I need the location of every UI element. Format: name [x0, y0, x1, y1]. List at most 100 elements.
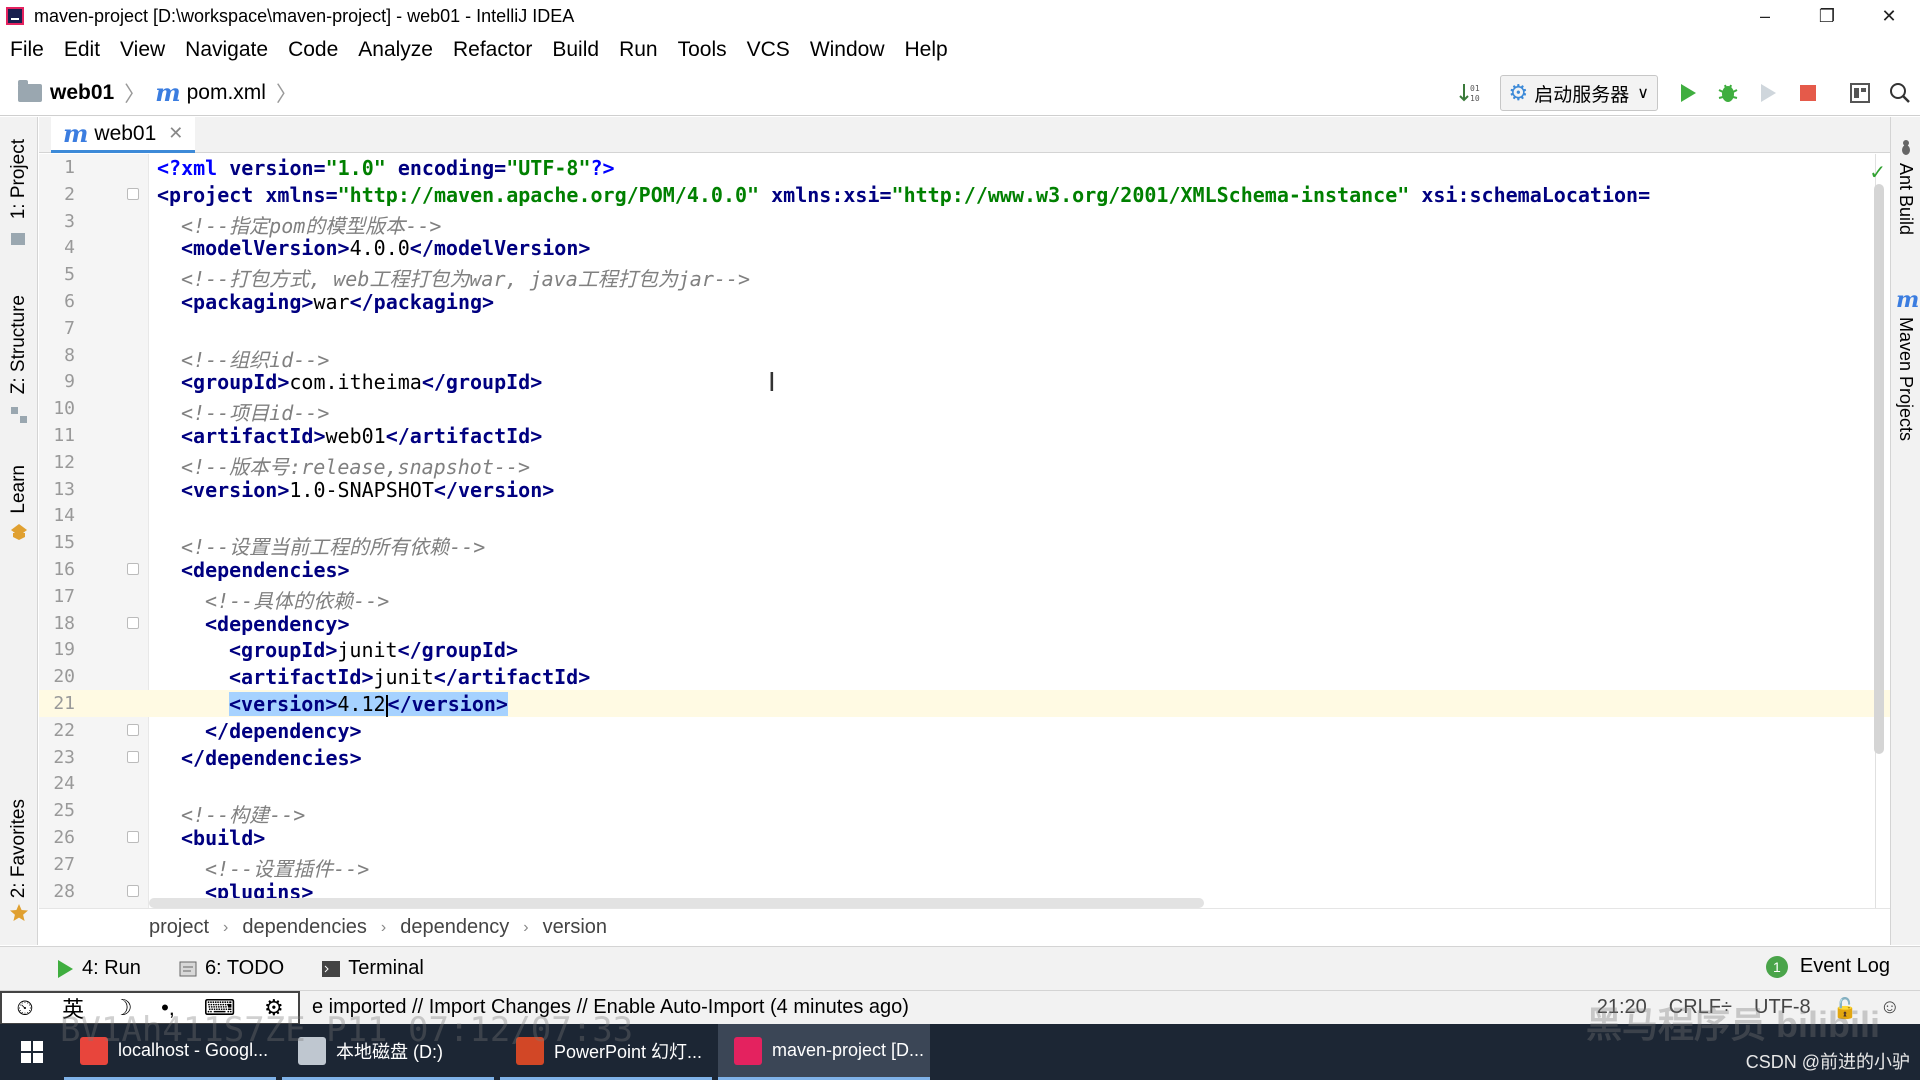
line-number: 21 — [53, 693, 75, 714]
fold-marker-icon[interactable] — [127, 750, 139, 763]
menu-window[interactable]: Window — [800, 38, 895, 62]
code-editor[interactable]: 1 <?xml version="1.0" encoding="UTF-8"?> 2… — [39, 154, 1890, 908]
code-token: war — [313, 290, 350, 314]
tool-tab-learn[interactable]: Learn — [8, 465, 30, 514]
menu-code[interactable]: Code — [278, 38, 348, 62]
window-controls: – ❐ ✕ — [1734, 0, 1920, 32]
tool-tab-terminal[interactable]: Terminal — [320, 957, 424, 980]
start-button[interactable] — [0, 1024, 64, 1080]
line-number: 3 — [64, 210, 75, 232]
code-line[interactable]: 2 <project xmlns="http://maven.apache.org… — [39, 181, 1890, 208]
code-line[interactable]: 15 <!--设置当前工程的所有依赖--> — [39, 529, 1890, 559]
menu-help[interactable]: Help — [895, 38, 958, 62]
code-line[interactable]: 18 <dependency> — [39, 610, 1890, 637]
code-line[interactable]: 21 <version>4.12 </version> — [39, 690, 1890, 717]
fold-marker-icon[interactable] — [127, 831, 139, 843]
code-line[interactable]: 16 <dependencies> — [39, 556, 1890, 583]
code-line[interactable]: 27 <!--设置插件--> — [39, 851, 1890, 881]
line-number: 6 — [64, 291, 75, 312]
debug-icon[interactable] — [1708, 73, 1748, 113]
fold-marker-icon[interactable] — [127, 187, 139, 200]
menu-file[interactable]: File — [0, 38, 54, 62]
code-line[interactable]: 5 <!--打包方式, web工程打包为war, java工程打包为jar--> — [39, 261, 1890, 291]
line-number: 25 — [53, 800, 75, 822]
tool-tab-todo[interactable]: 6: TODO — [177, 957, 284, 980]
inspector-icon[interactable]: ☺ — [1880, 996, 1900, 1021]
event-log-button[interactable]: 1 Event Log — [1765, 955, 1890, 978]
search-icon[interactable] — [1880, 73, 1920, 113]
tool-tab-favorites[interactable]: 2: Favorites — [8, 799, 30, 898]
tool-tab-project[interactable]: 1: Project — [8, 139, 30, 219]
menu-run[interactable]: Run — [609, 38, 668, 62]
window-title: maven-project [D:\workspace\maven-projec… — [34, 5, 575, 26]
code-line[interactable]: 19 <groupId>junit</groupId> — [39, 636, 1890, 663]
code-token: </packaging> — [349, 290, 495, 314]
ime-clock-icon[interactable]: ⏲ — [16, 995, 33, 1021]
menu-refactor[interactable]: Refactor — [443, 38, 542, 62]
breadcrumb-dependencies[interactable]: dependencies — [242, 916, 367, 939]
code-line[interactable]: 11 <artifactId>web01</artifactId> — [39, 422, 1890, 449]
tool-tab-maven-projects[interactable]: Maven Projects — [1895, 317, 1916, 441]
code-line[interactable]: 25 <!--构建--> — [39, 797, 1890, 827]
code-line[interactable]: 22 </dependency> — [39, 717, 1890, 744]
run-icon[interactable] — [1668, 73, 1708, 113]
close-button[interactable]: ✕ — [1858, 0, 1920, 32]
breadcrumb-project[interactable]: project — [149, 916, 209, 939]
taskbar-app[interactable]: maven-project [D... — [718, 1024, 930, 1080]
code-line[interactable]: 17 <!--具体的依赖--> — [39, 583, 1890, 613]
fold-marker-icon[interactable] — [127, 616, 139, 629]
code-text: <artifactId>web01</artifactId> — [181, 424, 542, 448]
menu-build[interactable]: Build — [542, 38, 609, 62]
breadcrumb-version[interactable]: version — [543, 916, 607, 939]
breadcrumb-dependency[interactable]: dependency — [400, 916, 509, 939]
project-structure-icon[interactable] — [1840, 73, 1880, 113]
menu-vcs[interactable]: VCS — [737, 38, 800, 62]
code-line[interactable]: 7 — [39, 315, 1890, 342]
menu-edit[interactable]: Edit — [54, 38, 110, 62]
code-token: </groupId> — [421, 370, 543, 395]
tool-tab-run[interactable]: 4: Run — [54, 957, 141, 980]
code-line[interactable]: 26 <build> — [39, 824, 1890, 851]
code-line[interactable]: 10 <!--项目id--> — [39, 395, 1890, 425]
tool-tab-structure[interactable]: Z: Structure — [8, 295, 30, 394]
tool-tab-ant-build[interactable]: Ant Build — [1895, 163, 1916, 235]
run-config-label: 启动服务器 — [1534, 84, 1630, 106]
code-line[interactable]: 13 <version>1.0-SNAPSHOT</version> — [39, 476, 1890, 503]
close-tab-icon[interactable]: ✕ — [168, 123, 183, 144]
minimize-button[interactable]: – — [1734, 0, 1796, 32]
code-line[interactable]: 14 — [39, 502, 1890, 529]
menu-analyze[interactable]: Analyze — [348, 38, 443, 62]
restore-button[interactable]: ❐ — [1796, 0, 1858, 32]
code-line[interactable]: 1 <?xml version="1.0" encoding="UTF-8"?> — [39, 154, 1890, 181]
nav-project[interactable]: web01 — [18, 79, 114, 105]
chevron-down-icon: ∨ — [1637, 85, 1649, 102]
nav-file[interactable]: m pom.xml — [155, 78, 266, 107]
vertical-scrollbar[interactable] — [1874, 184, 1884, 754]
code-line[interactable]: 6 <packaging>war</packaging> — [39, 288, 1890, 315]
fold-marker-icon[interactable] — [127, 723, 139, 736]
menu-tools[interactable]: Tools — [668, 38, 737, 62]
code-line[interactable]: 20 <artifactId>junit</artifactId> — [39, 663, 1890, 690]
line-number: 18 — [53, 612, 75, 634]
horizontal-scrollbar[interactable] — [149, 898, 1204, 908]
code-line[interactable]: 3 <!--指定pom的模型版本--> — [39, 208, 1890, 238]
sort-icon[interactable]: 01 10 — [1450, 73, 1490, 113]
code-token: com.itheima — [289, 370, 422, 395]
code-line[interactable]: 23 </dependencies> — [39, 744, 1890, 771]
line-number: 1 — [64, 157, 75, 178]
folder-icon — [18, 79, 42, 102]
code-token: xmlns:xsi= — [771, 182, 892, 207]
code-line[interactable]: 4 <modelVersion>4.0.0</modelVersion> — [39, 234, 1890, 261]
menu-navigate[interactable]: Navigate — [175, 38, 278, 62]
run-configuration-select[interactable]: ⚙ 启动服务器 ∨ — [1499, 75, 1658, 111]
coverage-icon[interactable] — [1748, 73, 1788, 113]
fold-marker-icon[interactable] — [127, 884, 139, 897]
fold-marker-icon[interactable] — [127, 563, 139, 575]
code-line[interactable]: 8 <!--组织id--> — [39, 342, 1890, 372]
menu-view[interactable]: View — [110, 38, 175, 62]
stop-icon[interactable] — [1788, 73, 1828, 113]
editor-tab-web01[interactable]: m web01 ✕ — [51, 117, 196, 153]
code-line[interactable]: 12 <!--版本号:release,snapshot--> — [39, 449, 1890, 479]
code-line[interactable]: 9 <groupId>com.itheima</groupId> — [39, 368, 1890, 395]
code-line[interactable]: 24 — [39, 770, 1890, 797]
